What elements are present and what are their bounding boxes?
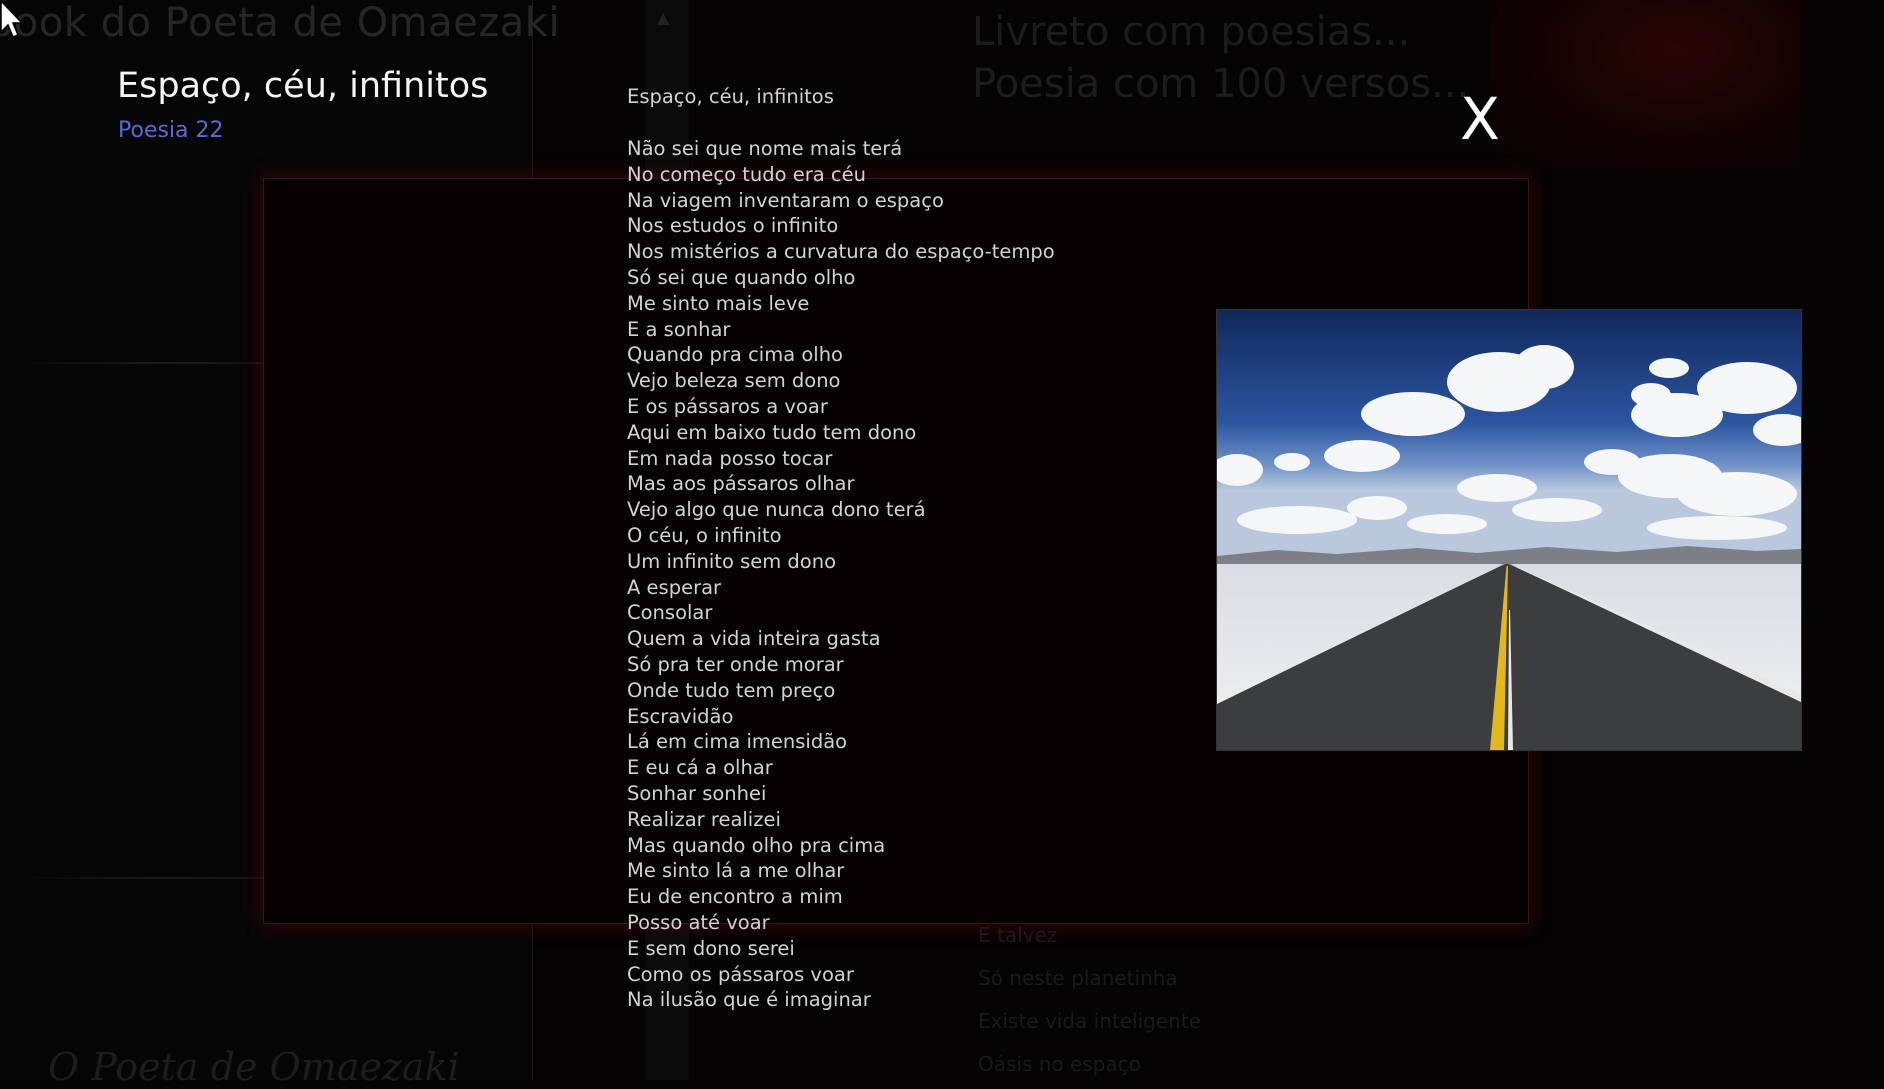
close-button[interactable]: X (1456, 88, 1504, 150)
poem-line: Onde tudo tem preço (627, 678, 836, 702)
right-heading-line: Livreto com poesias... (972, 9, 1411, 55)
poem-line: Escravidão (627, 704, 734, 728)
poem-line: Quem a vida inteira gasta (627, 627, 881, 651)
poem-line: Não sei que nome mais terá (627, 137, 903, 160)
poem-line: E os pássaros a voar (627, 394, 828, 418)
poem-line: No começo tudo era céu (627, 162, 866, 186)
poem-text: Espaço, céu, infinitos Não sei que nome … (627, 84, 1055, 1013)
poem-line: E sem dono serei (627, 936, 795, 960)
poem-line: Aqui em baixo tudo tem dono (627, 420, 917, 444)
poem-line: Me sinto mais leve (627, 291, 810, 315)
site-title: book do Poeta de Omaezaki (0, 0, 561, 46)
poem-line: Mas aos pássaros olhar (627, 472, 855, 496)
poem-line: Só sei que quando olho (627, 265, 856, 289)
scroll-up-icon[interactable]: ▲ (657, 8, 669, 27)
poem-line: Vejo beleza sem dono (627, 369, 841, 393)
poem-title: Espaço, céu, infinitos (627, 85, 834, 108)
poem-line: E eu cá a olhar (627, 756, 773, 780)
poem-line: Um infinito sem dono (627, 549, 837, 573)
poem-line: A esperar (627, 575, 722, 599)
poem-line: E a sonhar (627, 317, 731, 341)
background-text-fragment (1538, 746, 1544, 827)
poem-line: Vejo algo que nunca dono terá (627, 498, 926, 522)
poem-line: Na viagem inventaram o espaço (627, 188, 944, 212)
poem-line: Me sinto lá a me olhar (627, 859, 845, 883)
road-sky-photo (1216, 309, 1802, 751)
poem-line: O céu, o infinito (627, 523, 782, 547)
poem-line: Lá em cima imensidão (627, 730, 848, 754)
poem-line: Consolar (627, 601, 713, 625)
poem-line: Na ilusão que é imaginar (627, 988, 871, 1012)
poem-line: Sonhar sonhei (627, 781, 767, 805)
poem-line: Realizar realizei (627, 807, 781, 831)
mouse-cursor-icon (0, 0, 24, 38)
poem-line: Só pra ter onde morar (627, 652, 844, 676)
poem-line: Eu de encontro a mim (627, 885, 843, 909)
poem-line: Nos mistérios a curvatura do espaço-temp… (627, 240, 1055, 264)
poem-lines: Não sei que nome mais terá No começo tudo… (627, 136, 1055, 1013)
poem-line: Nos estudos o infinito (627, 214, 839, 238)
road-sky-image (1217, 310, 1801, 750)
poem-line: Posso até voar (627, 910, 770, 934)
poem-line: Como os pássaros voar (627, 962, 854, 986)
background-decoration (1490, 0, 1800, 170)
poem-line: Mas quando olho pra cima (627, 833, 886, 857)
poem-number: Poesia 22 (118, 118, 224, 143)
footer-title: O Poeta de Omaezaki (48, 1045, 460, 1089)
poem-line: Quando pra cima olho (627, 343, 843, 367)
poem-line: Em nada posso tocar (627, 446, 833, 470)
modal-title: Espaço, céu, infinitos (117, 66, 489, 106)
